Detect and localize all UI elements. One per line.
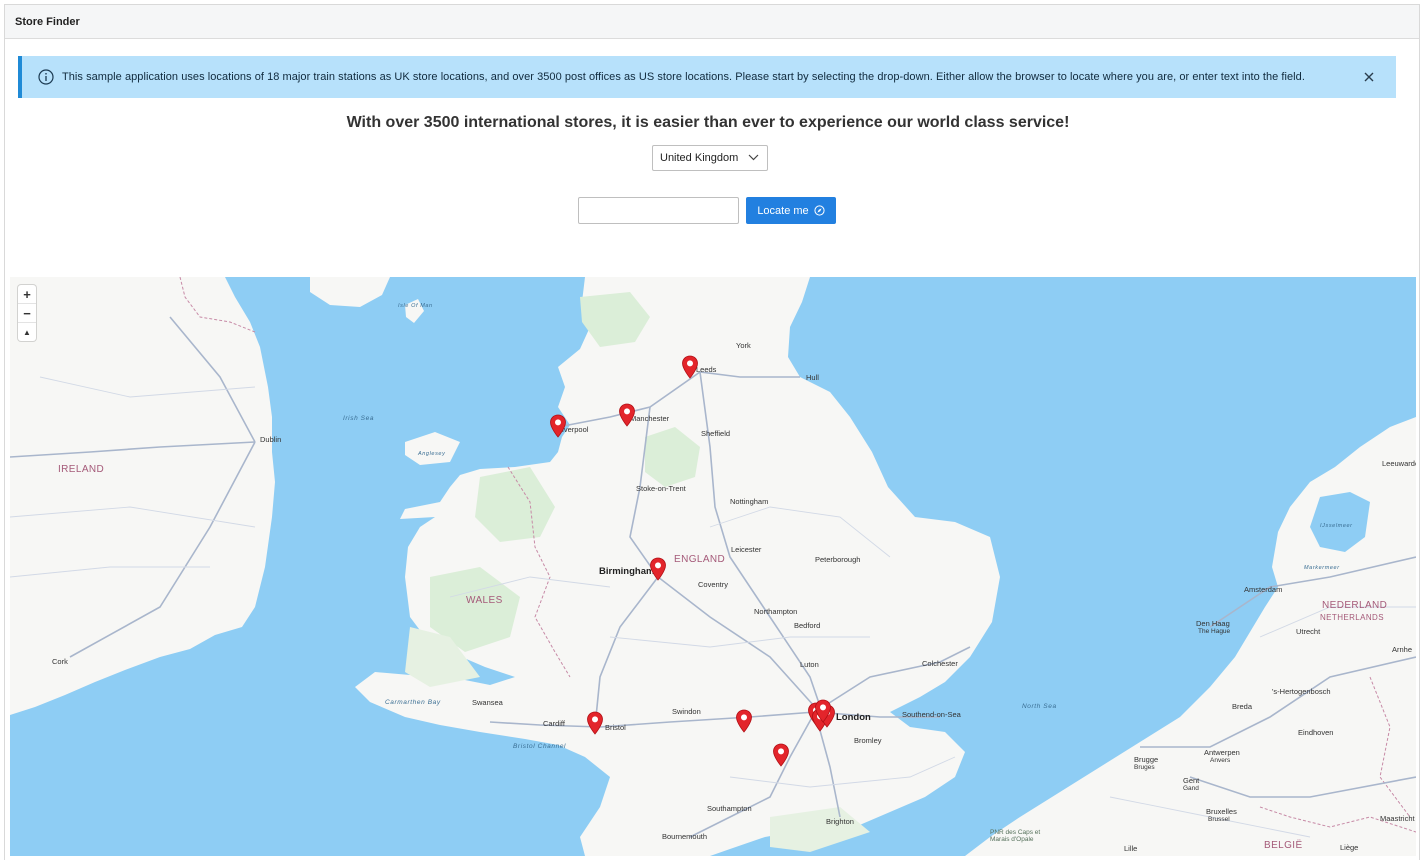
map-label-ijsselmeer: IJsselmeer <box>1320 523 1353 529</box>
map-label-hertogenbosch: 's-Hertogenbosch <box>1272 687 1331 696</box>
map-label-york: York <box>736 341 751 350</box>
map-label-bristol-channel: Bristol Channel <box>513 743 567 750</box>
zoom-out-button[interactable]: − <box>18 304 36 323</box>
map-label-london: London <box>836 712 871 723</box>
map-label-stoke: Stoke-on-Trent <box>636 484 686 493</box>
map-label-cardiff: Cardiff <box>543 719 565 728</box>
map-label-isle-of-man: Isle Of Man <box>398 303 433 309</box>
info-alert: This sample application uses locations o… <box>18 56 1396 98</box>
map-basemap <box>10 277 1416 856</box>
map-label-wales: WALES <box>466 595 503 606</box>
compass-icon <box>814 205 825 216</box>
map-label-leicester: Leicester <box>731 545 762 554</box>
map-pin-icon[interactable] <box>618 403 636 427</box>
map-label-colchester: Colchester <box>922 659 958 668</box>
map-label-brussel: Brussel <box>1208 816 1230 823</box>
map-label-carmarthen-bay: Carmarthen Bay <box>385 699 441 706</box>
map-label-brighton: Brighton <box>826 817 854 826</box>
map-pin-icon[interactable] <box>649 557 667 581</box>
map-label-bedford: Bedford <box>794 621 821 630</box>
map-label-eindhoven: Eindhoven <box>1298 728 1334 737</box>
map-label-swindon: Swindon <box>672 707 701 716</box>
map-label-ireland: IRELAND <box>58 464 105 475</box>
map-label-lille: Lille <box>1124 844 1138 853</box>
map-label-coventry: Coventry <box>698 580 729 589</box>
map-label-the-hague: The Hague <box>1198 628 1231 635</box>
close-icon[interactable] <box>1356 64 1382 90</box>
map-label-england: ENGLAND <box>674 554 726 565</box>
window-title: Store Finder <box>5 5 1419 39</box>
country-select-value: United Kingdom <box>660 152 739 164</box>
map-label-northampton: Northampton <box>754 607 798 616</box>
map-label-southampton: Southampton <box>707 804 752 813</box>
map-label-bromley: Bromley <box>854 736 882 745</box>
map-label-nottingham: Nottingham <box>730 497 769 506</box>
map-label-anvers: Anvers <box>1210 757 1231 764</box>
map-label-antwerpen: Antwerpen <box>1204 748 1240 757</box>
map-pin-icon[interactable] <box>586 711 604 735</box>
map-label-leeuwarden: Leeuwarden <box>1382 459 1416 468</box>
chevron-down-icon <box>748 154 759 161</box>
map-label-anglesey: Anglesey <box>418 451 446 457</box>
map-label-gand: Gand <box>1183 785 1199 792</box>
map-label-luton: Luton <box>800 660 819 669</box>
store-map[interactable]: York Leeds Hull Liverpool Manchester She… <box>10 277 1416 856</box>
map-pin-icon[interactable] <box>814 699 832 723</box>
map-label-opal: PNR des Caps et Marais d'Opale <box>990 829 1041 843</box>
alert-message: This sample application uses locations o… <box>62 71 1305 83</box>
country-select[interactable]: United Kingdom <box>652 145 768 171</box>
map-pin-icon[interactable] <box>772 743 790 767</box>
reset-north-button[interactable]: ▲ <box>18 323 36 341</box>
map-pin-icon[interactable] <box>549 414 567 438</box>
map-label-sheffield: Sheffield <box>701 429 731 438</box>
zoom-in-button[interactable]: + <box>18 285 36 304</box>
map-label-bristol: Bristol <box>605 723 626 732</box>
map-label-irish-sea: Irish Sea <box>343 415 375 422</box>
map-label-north-sea: North Sea <box>1022 703 1057 710</box>
map-label-peterborough: Peterborough <box>815 555 861 564</box>
map-label-bournemouth: Bournemouth <box>662 832 708 841</box>
map-label-southend: Southend-on-Sea <box>902 710 961 719</box>
map-label-belgie: BELGIË <box>1264 840 1303 851</box>
locate-me-label: Locate me <box>757 204 809 217</box>
map-label-bruges: Bruges <box>1134 764 1155 771</box>
location-search-input[interactable] <box>578 197 739 224</box>
page-headline: With over 3500 international stores, it … <box>346 114 1070 131</box>
map-label-leeds: Leeds <box>696 365 717 374</box>
map-label-den-haag: Den Haag <box>1196 619 1230 628</box>
locate-me-button[interactable]: Locate me <box>746 197 836 224</box>
map-label-brugge: Brugge <box>1134 755 1159 764</box>
map-label-breda: Breda <box>1232 702 1253 711</box>
map-label-markermeer: Markermeer <box>1304 565 1340 571</box>
map-label-maastricht: Maastricht <box>1380 814 1415 823</box>
map-pin-icon[interactable] <box>681 355 699 379</box>
map-label-birmingham: Birmingham <box>599 566 655 577</box>
map-label-dublin: Dublin <box>260 435 282 444</box>
info-icon <box>38 69 54 85</box>
map-zoom-controls: + − ▲ <box>18 285 36 341</box>
map-label-utrecht: Utrecht <box>1296 627 1321 636</box>
map-label-nederland: NEDERLAND <box>1322 600 1388 611</box>
map-label-netherlands: NETHERLANDS <box>1320 613 1384 622</box>
map-pin-icon[interactable] <box>735 709 753 733</box>
map-label-bruxelles: Bruxelles <box>1206 807 1237 816</box>
map-label-gent: Gent <box>1183 776 1200 785</box>
map-label-swansea: Swansea <box>472 698 503 707</box>
map-label-hull: Hull <box>806 373 819 382</box>
north-arrow-icon: ▲ <box>23 327 31 337</box>
map-label-liege: Liège <box>1340 843 1359 852</box>
map-label-cork: Cork <box>52 657 68 666</box>
map-label-amsterdam: Amsterdam <box>1244 585 1283 594</box>
map-label-arnhem: Arnhe <box>1392 645 1413 654</box>
